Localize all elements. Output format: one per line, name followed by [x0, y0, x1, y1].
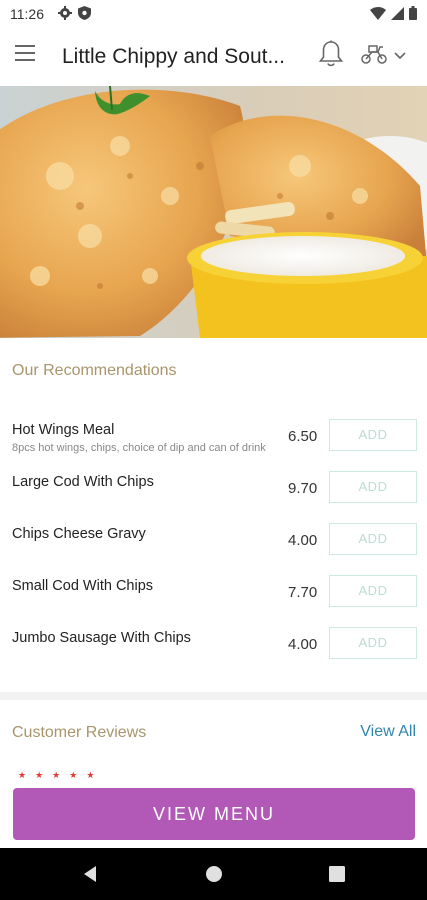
list-item: Hot Wings Meal 8pcs hot wings, chips, ch… [0, 416, 427, 468]
status-time: 11:26 [10, 6, 44, 22]
list-item: Jumbo Sausage With Chips 4.00 ADD [0, 624, 427, 676]
hero-food-image [0, 86, 427, 338]
item-name: Large Cod With Chips [12, 474, 154, 490]
add-button[interactable]: ADD [329, 627, 417, 659]
list-item: Small Cod With Chips 7.70 ADD [0, 572, 427, 624]
restaurant-title: Little Chippy and Sout... [62, 45, 285, 68]
hamburger-menu-icon[interactable] [14, 44, 40, 70]
item-name: Hot Wings Meal [12, 422, 115, 438]
item-price: 9.70 [288, 480, 318, 497]
status-bar: 11:26 [0, 0, 427, 28]
settings-icon [58, 6, 72, 25]
star-icon: ★ [18, 770, 27, 780]
battery-icon [409, 6, 417, 25]
delivery-mode-dropdown[interactable] [360, 42, 412, 70]
list-item: Large Cod With Chips 9.70 ADD [0, 468, 427, 520]
view-menu-button[interactable]: VIEW MENU [13, 788, 415, 840]
star-icon: ★ [52, 770, 61, 780]
star-icon: ★ [35, 770, 44, 780]
item-name: Chips Cheese Gravy [12, 526, 146, 542]
app-bar: Little Chippy and Sout... [0, 28, 427, 86]
bell-icon[interactable] [318, 40, 346, 70]
scooter-icon [360, 43, 388, 70]
add-button[interactable]: ADD [329, 419, 417, 451]
add-button[interactable]: ADD [329, 575, 417, 607]
recent-apps-icon[interactable] [328, 865, 346, 883]
recommendations-heading: Our Recommendations [12, 362, 177, 379]
item-name: Jumbo Sausage With Chips [12, 630, 191, 646]
list-item: Chips Cheese Gravy 4.00 ADD [0, 520, 427, 572]
item-price: 6.50 [288, 428, 318, 445]
shield-icon [78, 6, 91, 25]
back-icon[interactable] [80, 864, 100, 884]
star-icon: ★ [69, 770, 78, 780]
section-divider [0, 692, 427, 700]
item-name: Small Cod With Chips [12, 578, 154, 594]
chevron-down-icon [394, 47, 406, 65]
view-all-reviews-link[interactable]: View All [360, 723, 416, 741]
review-rating-stars: ★ ★ ★ ★ ★ [18, 770, 94, 781]
system-navigation-bar [0, 848, 427, 900]
item-description: 8pcs hot wings, chips, choice of dip and… [12, 442, 266, 454]
star-icon: ★ [86, 770, 95, 780]
item-price: 7.70 [288, 584, 318, 601]
item-price: 4.00 [288, 636, 318, 653]
signal-icon [391, 6, 404, 25]
recommendations-list: Hot Wings Meal 8pcs hot wings, chips, ch… [0, 416, 427, 676]
add-button[interactable]: ADD [329, 471, 417, 503]
add-button[interactable]: ADD [329, 523, 417, 555]
item-price: 4.00 [288, 532, 318, 549]
reviews-heading: Customer Reviews [12, 724, 147, 741]
home-icon[interactable] [204, 864, 224, 884]
wifi-icon [370, 6, 386, 25]
